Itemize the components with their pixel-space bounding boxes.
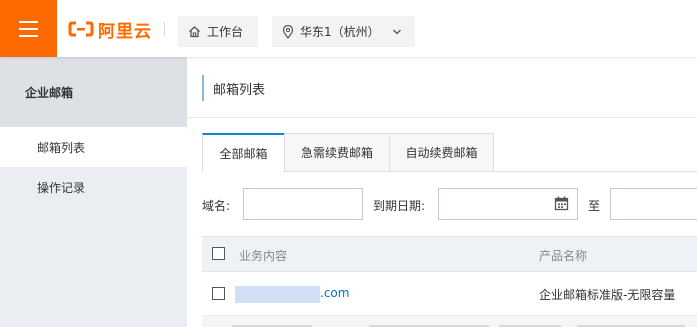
calendar-icon[interactable]	[554, 196, 569, 211]
masked-domain-placeholder	[235, 286, 320, 303]
aliyun-logo[interactable]: 阿里云	[68, 18, 152, 42]
chevron-down-icon	[392, 29, 401, 34]
hamburger-menu-button[interactable]	[0, 0, 57, 57]
title-divider	[187, 117, 697, 118]
row-checkbox[interactable]	[212, 287, 225, 300]
hamburger-menu-icon	[19, 20, 38, 23]
domain-filter-label: 域名:	[202, 199, 231, 213]
product-name-cell: 企业邮箱标准版-无限容量	[539, 288, 676, 302]
column-header-product: 产品名称	[539, 249, 588, 263]
sidebar-item-mailbox-list[interactable]: 邮箱列表	[0, 127, 187, 167]
column-header-business: 业务内容	[239, 249, 288, 263]
tab-label: 急需续费邮箱	[300, 146, 373, 160]
main-content: 邮箱列表 全部邮箱 急需续费邮箱 自动续费邮箱 域名: 到期日期: 至 业务内容…	[187, 57, 697, 327]
expiry-date-label: 到期日期:	[373, 199, 426, 213]
mailbox-tabs: 全部邮箱 急需续费邮箱 自动续费邮箱	[202, 133, 494, 172]
tab-auto-renewal[interactable]: 自动续费邮箱	[389, 133, 494, 172]
top-navigation-bar: 阿里云 工作台 华东1（杭州）	[0, 0, 697, 57]
home-icon	[189, 26, 200, 38]
hamburger-menu-icon-line	[19, 34, 38, 37]
logo-divider	[164, 22, 165, 36]
table-header: 业务内容 产品名称	[202, 236, 697, 272]
logo-text: 阿里云	[98, 21, 152, 42]
expiry-end-date-picker[interactable]	[610, 188, 697, 220]
tab-label: 自动续费邮箱	[405, 146, 478, 160]
region-selector[interactable]: 华东1（杭州）	[272, 16, 415, 47]
sidebar-item-operation-log[interactable]: 操作记录	[0, 167, 187, 207]
table-row: .com 企业邮箱标准版-无限容量	[202, 272, 697, 316]
tab-all-mailboxes[interactable]: 全部邮箱	[202, 133, 284, 172]
location-pin-icon	[282, 24, 294, 39]
sidebar-header: 企业邮箱	[0, 57, 187, 127]
hamburger-menu-icon-line	[19, 27, 38, 30]
tab-urgent-renewal[interactable]: 急需续费邮箱	[284, 133, 389, 172]
tab-label: 全部邮箱	[219, 146, 268, 161]
tab-divider	[494, 171, 697, 172]
domain-input[interactable]	[243, 188, 363, 220]
workbench-button[interactable]: 工作台	[178, 16, 258, 47]
aliyun-logo-icon	[68, 21, 94, 37]
sidebar: 企业邮箱 邮箱列表 操作记录	[0, 57, 187, 327]
workbench-label: 工作台	[207, 25, 244, 39]
to-label: 至	[588, 199, 601, 213]
region-label: 华东1（杭州）	[300, 25, 380, 39]
sidebar-item-label: 操作记录	[37, 180, 86, 195]
page-title: 邮箱列表	[202, 75, 265, 101]
select-all-checkbox[interactable]	[212, 247, 225, 260]
sidebar-item-label: 邮箱列表	[37, 140, 86, 155]
domain-link[interactable]: .com	[320, 286, 349, 300]
